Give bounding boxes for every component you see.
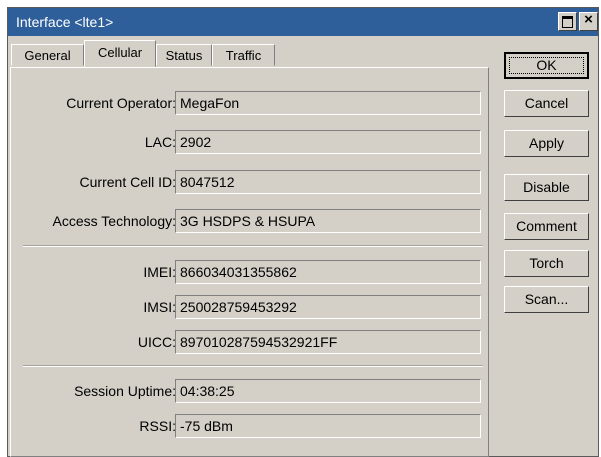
imei-field[interactable]: 866034031355862 — [175, 260, 481, 284]
access-tech-field[interactable]: 3G HSDPS & HSUPA — [175, 209, 481, 233]
imei-label: IMEI: — [143, 264, 176, 280]
field-row-imsi: IMSI: 250028759453292 — [11, 295, 481, 319]
tab-cellular[interactable]: Cellular — [84, 40, 156, 67]
field-row-cell-id: Current Cell ID: 8047512 — [11, 170, 481, 194]
cell-id-label: Current Cell ID: — [79, 174, 176, 190]
field-row-uicc: UICC: 897010287594532921FF — [11, 330, 481, 354]
cancel-button[interactable]: Cancel — [504, 90, 589, 117]
uicc-field[interactable]: 897010287594532921FF — [175, 330, 481, 354]
field-row-imei: IMEI: 866034031355862 — [11, 260, 481, 284]
comment-button[interactable]: Comment — [504, 213, 589, 240]
operator-label: Current Operator: — [66, 95, 176, 111]
field-row-rssi: RSSI: -75 dBm — [11, 414, 481, 438]
maximize-icon[interactable] — [558, 12, 577, 31]
field-row-lac: LAC: 2902 — [11, 130, 481, 154]
title-bar[interactable]: Interface <lte1> × — [8, 8, 598, 36]
field-row-operator: Current Operator: MegaFon — [11, 91, 481, 115]
cell-id-field[interactable]: 8047512 — [175, 170, 481, 194]
disable-button[interactable]: Disable — [504, 174, 589, 201]
imsi-label: IMSI: — [143, 299, 176, 315]
torch-button[interactable]: Torch — [504, 250, 589, 277]
lac-label: LAC: — [144, 134, 176, 150]
lac-field[interactable]: 2902 — [175, 130, 481, 154]
tab-status[interactable]: Status — [156, 44, 212, 66]
rssi-field[interactable]: -75 dBm — [175, 414, 481, 438]
uicc-label: UICC: — [137, 334, 176, 350]
field-row-access-tech: Access Technology: 3G HSDPS & HSUPA — [11, 209, 481, 233]
separator — [23, 365, 483, 367]
interface-dialog: Interface <lte1> × General Cellular Stat… — [7, 7, 599, 457]
focus-outline — [509, 57, 584, 74]
close-icon[interactable]: × — [579, 11, 598, 31]
cellular-panel: Current Operator: MegaFon LAC: 2902 Curr… — [10, 67, 489, 457]
tab-traffic[interactable]: Traffic — [212, 44, 275, 66]
access-tech-label: Access Technology: — [52, 213, 176, 229]
separator — [23, 245, 483, 247]
rssi-label: RSSI: — [139, 418, 176, 434]
apply-button[interactable]: Apply — [504, 130, 589, 157]
ok-button[interactable]: OK — [504, 52, 589, 79]
session-uptime-field[interactable]: 04:38:25 — [175, 379, 481, 403]
field-row-session-uptime: Session Uptime: 04:38:25 — [11, 379, 481, 403]
window-title: Interface <lte1> — [16, 14, 114, 30]
session-uptime-label: Session Uptime: — [74, 383, 176, 399]
tab-general[interactable]: General — [11, 44, 84, 66]
scan-button[interactable]: Scan... — [504, 286, 589, 313]
imsi-field[interactable]: 250028759453292 — [175, 295, 481, 319]
operator-field[interactable]: MegaFon — [175, 91, 481, 115]
